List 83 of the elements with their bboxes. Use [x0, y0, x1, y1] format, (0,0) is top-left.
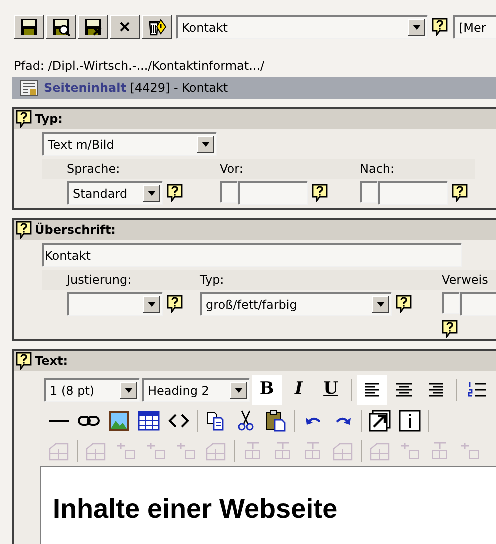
table-properties-icon — [369, 441, 391, 461]
dropdown-arrow-icon — [202, 142, 210, 147]
help-icon[interactable] — [396, 295, 413, 313]
numbered-list-icon — [467, 380, 487, 400]
section-title: Überschrift: — [35, 222, 116, 239]
field-label: Typ: — [175, 270, 417, 290]
view-select[interactable]: [Mer — [453, 15, 496, 39]
help-icon[interactable] — [16, 352, 33, 370]
editor-area[interactable]: Inhalte einer Webseite — [40, 466, 496, 544]
select-field[interactable]: groß/fett/farbig — [200, 292, 392, 316]
trash-warning-icon — [147, 18, 167, 36]
bold-button[interactable]: B — [252, 375, 282, 405]
align-center-icon — [394, 381, 414, 399]
dropdown-arrow-icon — [124, 388, 132, 393]
help-icon[interactable] — [312, 184, 329, 202]
help-icon[interactable] — [442, 320, 459, 338]
dropdown-arrow-icon — [148, 191, 156, 196]
table-properties-icon — [48, 441, 70, 461]
table-properties-icon — [332, 441, 354, 461]
block-format-select[interactable]: Heading 2 — [142, 378, 250, 402]
help-icon[interactable] — [432, 18, 449, 36]
close-button[interactable] — [110, 15, 140, 39]
fullscreen-icon — [369, 410, 391, 432]
breadcrumb-path: Pfad: /Dipl.-Wirtsch.-.../Kontaktinformat.../ — [13, 58, 266, 75]
checkbox[interactable] — [442, 292, 460, 314]
table-row-icon — [145, 441, 167, 461]
dropdown-arrow-icon — [412, 25, 420, 30]
horizontal-rule-icon — [48, 419, 70, 423]
help-icon[interactable] — [167, 184, 184, 202]
help-icon[interactable] — [16, 221, 33, 239]
save-view-button[interactable] — [46, 15, 76, 39]
save-close-icon — [84, 18, 102, 36]
field-label: Justierung: — [42, 270, 175, 290]
font-size-select[interactable]: 1 (8 pt) — [44, 378, 140, 402]
table-properties-icon — [85, 441, 107, 461]
copy-icon — [206, 411, 226, 431]
align-right-icon — [426, 381, 446, 399]
save-button[interactable] — [14, 15, 44, 39]
content-element-icon — [20, 80, 38, 96]
section-title: Typ: — [35, 111, 63, 128]
input-field[interactable] — [238, 181, 308, 205]
dropdown-arrow-icon — [376, 302, 384, 307]
select-field[interactable] — [67, 292, 163, 316]
table-row-icon — [115, 441, 137, 461]
checkbox[interactable] — [360, 181, 378, 203]
cut-icon — [236, 410, 256, 432]
input-field[interactable] — [378, 181, 448, 205]
record-type: Seiteninhalt — [44, 81, 126, 95]
align-left-button[interactable] — [357, 375, 387, 405]
checkbox[interactable] — [220, 181, 238, 203]
trash-warning-button[interactable] — [142, 15, 172, 39]
content-heading: Inhalte einer Webseite — [53, 493, 339, 526]
field-label: Verweis — [417, 270, 496, 290]
page-select[interactable]: Kontakt — [176, 15, 428, 39]
paste-icon — [265, 410, 287, 432]
heading-input[interactable]: Kontakt — [42, 243, 462, 267]
help-icon[interactable] — [167, 295, 184, 313]
undo-icon — [304, 416, 322, 426]
table-icon — [138, 411, 160, 431]
table-row-icon — [459, 441, 481, 461]
field-label: Sprache: — [42, 159, 195, 179]
dropdown-arrow-icon — [148, 302, 156, 307]
table-properties-icon — [205, 441, 227, 461]
image-icon — [108, 410, 130, 432]
field-label: Vor: — [195, 159, 335, 179]
help-icon[interactable] — [16, 110, 33, 128]
field-label: Nach: — [335, 159, 475, 179]
help-icon[interactable] — [452, 184, 469, 202]
redo-icon — [334, 416, 352, 426]
save-view-icon — [52, 18, 70, 36]
record-info: [4429] - Kontakt — [130, 81, 228, 95]
select-field[interactable]: Standard — [67, 181, 163, 205]
align-left-icon — [362, 381, 382, 399]
table-row-icon — [399, 441, 421, 461]
underline-button[interactable]: U — [316, 375, 346, 405]
table-row-icon — [175, 441, 197, 461]
type-select[interactable]: Text m/Bild — [42, 132, 217, 156]
info-icon — [399, 410, 421, 432]
dropdown-arrow-icon — [234, 388, 242, 393]
save-icon — [20, 18, 38, 36]
section-title: Text: — [35, 353, 68, 370]
save-close-button[interactable] — [78, 15, 108, 39]
italic-button[interactable]: I — [284, 375, 314, 405]
